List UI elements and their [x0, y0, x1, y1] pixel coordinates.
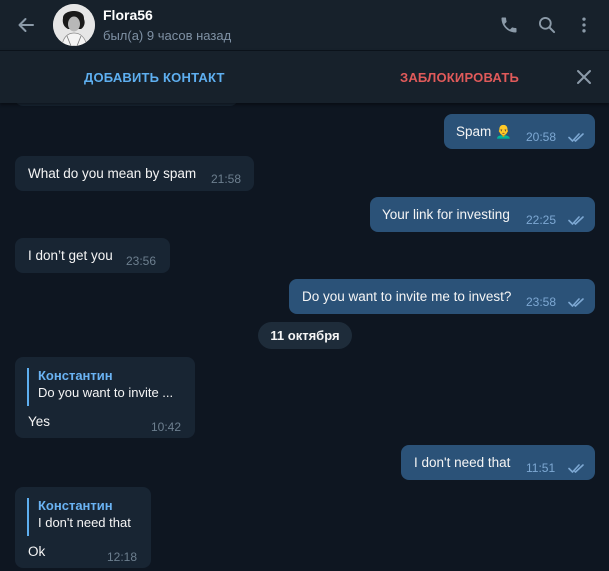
- back-button[interactable]: [14, 13, 38, 37]
- more-vertical-icon: [582, 17, 586, 33]
- message-time: 20:58: [526, 130, 557, 144]
- contact-action-bar: ДОБАВИТЬ КОНТАКТ ЗАБЛОКИРОВАТЬ: [0, 50, 609, 103]
- close-icon: [577, 70, 591, 84]
- reply-text: Do you want to invite ...: [38, 385, 174, 400]
- search-button[interactable]: [535, 13, 559, 37]
- message-bubble-outgoing[interactable]: Do you want to invite me to invest? 23:5…: [289, 279, 595, 314]
- reply-quote[interactable]: Константин I don't need that: [27, 498, 143, 536]
- last-seen-status: был(а) 9 часов назад: [103, 28, 232, 43]
- more-options-button[interactable]: [572, 13, 596, 37]
- add-contact-button[interactable]: ДОБАВИТЬ КОНТАКТ: [84, 70, 225, 85]
- message-bubble-incoming[interactable]: What do you mean by spam 21:58: [15, 156, 254, 191]
- message-text: I don't need that: [414, 455, 511, 470]
- close-action-bar-button[interactable]: [573, 66, 595, 88]
- reply-author: Константин: [38, 498, 113, 513]
- message-text: I don’t get you: [28, 248, 113, 263]
- message-bubble-incoming[interactable]: I don’t get you 23:56: [15, 238, 170, 273]
- read-checkmarks-icon: [568, 216, 584, 225]
- read-checkmarks-icon: [568, 298, 584, 307]
- message-text: Yes: [28, 414, 51, 429]
- message-time: 10:42: [151, 420, 182, 434]
- message-bubble-outgoing[interactable]: Spam 👨‍🦲 20:58: [444, 114, 595, 149]
- message-time: 12:18: [107, 550, 138, 564]
- message-time: 21:58: [211, 172, 242, 186]
- date-separator: 11 октября: [258, 322, 352, 349]
- chat-header: Flora56 был(а) 9 часов назад: [0, 0, 609, 50]
- message-bubble-outgoing[interactable]: Your link for investing 22:25: [370, 197, 595, 232]
- search-icon: [539, 17, 556, 34]
- message-bubble-incoming-reply[interactable]: Константин I don't need that Ok 12:18: [15, 487, 151, 568]
- reply-quote[interactable]: Константин Do you want to invite ...: [27, 368, 187, 406]
- block-button[interactable]: ЗАБЛОКИРОВАТЬ: [400, 70, 519, 85]
- message-bubble-outgoing[interactable]: I don't need that 11:51: [401, 445, 595, 480]
- read-checkmarks-icon: [568, 133, 584, 142]
- message-time: 23:58: [526, 295, 557, 309]
- message-time: 11:51: [526, 461, 556, 475]
- arrow-left-icon: [18, 18, 34, 32]
- message-text: Spam 👨‍🦲: [456, 124, 512, 139]
- reply-text: I don't need that: [38, 515, 131, 530]
- reply-author: Константин: [38, 368, 113, 383]
- contact-name[interactable]: Flora56: [103, 7, 153, 23]
- message-text: Your link for investing: [382, 207, 510, 222]
- call-button[interactable]: [497, 13, 521, 37]
- message-time: 22:25: [526, 213, 557, 227]
- message-list[interactable]: Spam 👨‍🦲 20:58 What do you mean by spam …: [0, 90, 609, 571]
- message-text: What do you mean by spam: [28, 166, 197, 181]
- phone-icon: [501, 17, 517, 33]
- message-bubble-incoming-reply[interactable]: Константин Do you want to invite ... Yes…: [15, 357, 195, 438]
- message-text: Do you want to invite me to invest?: [302, 289, 512, 304]
- avatar[interactable]: [53, 4, 95, 46]
- message-text: Ok: [28, 544, 46, 559]
- message-time: 23:56: [126, 254, 157, 268]
- read-checkmarks-icon: [568, 464, 584, 473]
